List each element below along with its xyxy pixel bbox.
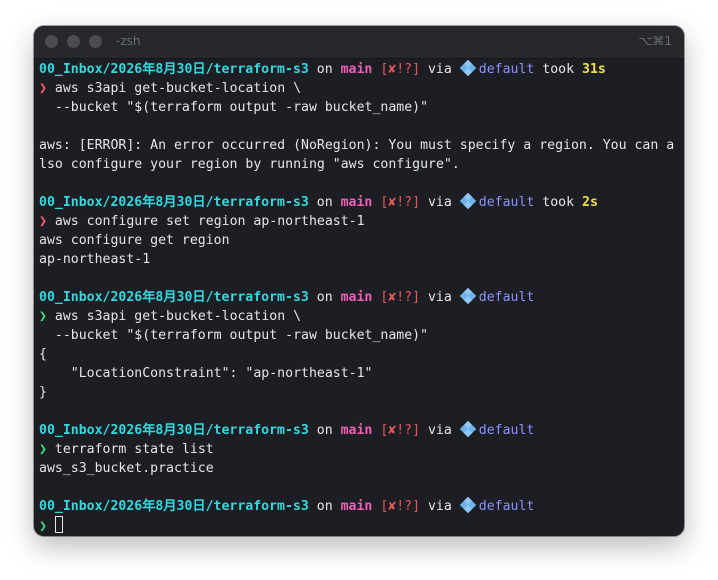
command-duration: 2s [582, 195, 598, 210]
git-branch: main [341, 195, 373, 210]
prompt-took-text: took [542, 195, 575, 210]
command-text: aws s3api get-bucket-location \ [54, 81, 302, 96]
prompt-symbol: ❯ [39, 309, 47, 324]
title-bar[interactable]: -zsh ⌥⌘1 [34, 26, 684, 59]
prompt-symbol: ❯ [39, 519, 47, 534]
git-branch-label: main [340, 195, 373, 210]
aws-profile: default [478, 499, 535, 514]
prompt-path: 00_Inbox/2026年8月30日/terraform-s3 [39, 499, 309, 514]
prompt-symbol-error: ❯ [39, 81, 47, 96]
aws-profile: default [478, 195, 535, 210]
prompt-line: 00_Inbox/2026年8月30日/terraform-s3 on main… [39, 288, 679, 307]
output-line: aws configure get region [39, 233, 230, 248]
terminal-output-area[interactable]: 00_Inbox/2026年8月30日/terraform-s3 on main… [39, 60, 679, 535]
command-text: aws configure set region ap-northeast-1 [54, 214, 365, 229]
zoom-window-button[interactable] [89, 35, 102, 48]
aws-profile: default [478, 290, 535, 305]
active-command-line[interactable]: ❯ [39, 516, 679, 535]
error-output-line: aws: [ERROR]: An error occurred (NoRegio… [39, 138, 675, 153]
aws-profile: default [478, 62, 535, 77]
command-text: terraform state list [54, 442, 214, 457]
prompt-on-text: on [316, 62, 333, 77]
output-line: } [39, 385, 47, 400]
prompt-on-text: on [316, 499, 333, 514]
git-branch: main [341, 62, 373, 77]
error-output-line: lso configure your region by running "aw… [39, 157, 460, 172]
command-line: ❯ aws s3api get-bucket-location \ [39, 307, 679, 326]
git-branch-label: main [340, 290, 373, 305]
prompt-via-text: via [427, 290, 452, 305]
prompt-line: 00_Inbox/2026年8月30日/terraform-s3 on main… [39, 497, 679, 516]
command-line-continued: --bucket "$(terraform output -raw bucket… [39, 100, 429, 115]
minimize-window-button[interactable] [67, 35, 80, 48]
prompt-via-text: via [427, 423, 452, 438]
prompt-took-text: took [542, 62, 575, 77]
text-cursor [54, 516, 63, 533]
prompt-via-text: via [427, 62, 452, 77]
git-status: [✘!?] [380, 423, 421, 438]
git-status: [✘!?] [380, 62, 421, 77]
prompt-on-text: on [316, 423, 333, 438]
git-branch: main [341, 499, 373, 514]
prompt-symbol-error: ❯ [39, 214, 47, 229]
git-branch-label: main [340, 62, 373, 77]
prompt-line: 00_Inbox/2026年8月30日/terraform-s3 on main… [39, 60, 679, 79]
git-branch: main [341, 290, 373, 305]
command-text: aws s3api get-bucket-location \ [54, 309, 302, 324]
git-branch-label: main [340, 499, 373, 514]
command-line: ❯ terraform state list [39, 440, 679, 459]
git-status: [✘!?] [380, 290, 421, 305]
aws-cube-icon [459, 60, 477, 77]
prompt-path: 00_Inbox/2026年8月30日/terraform-s3 [39, 290, 309, 305]
output-line: aws_s3_bucket.practice [39, 461, 214, 476]
close-window-button[interactable] [45, 35, 58, 48]
aws-profile: default [478, 423, 535, 438]
aws-cube-icon [459, 288, 477, 305]
window-shortcut-label: ⌥⌘1 [638, 34, 672, 48]
command-line: ❯ aws configure set region ap-northeast-… [39, 212, 679, 231]
prompt-symbol: ❯ [39, 442, 47, 457]
window-title: -zsh [116, 34, 141, 48]
prompt-via-text: via [427, 499, 452, 514]
terminal-window: -zsh ⌥⌘1 00_Inbox/2026年8月30日/terraform-s… [34, 26, 684, 536]
prompt-via-text: via [427, 195, 452, 210]
git-branch: main [341, 423, 373, 438]
git-status: [✘!?] [380, 195, 421, 210]
prompt-line: 00_Inbox/2026年8月30日/terraform-s3 on main… [39, 421, 679, 440]
aws-cube-icon [459, 421, 477, 438]
aws-cube-icon [459, 497, 477, 514]
prompt-path: 00_Inbox/2026年8月30日/terraform-s3 [39, 423, 309, 438]
prompt-on-text: on [316, 195, 333, 210]
aws-cube-icon [459, 193, 477, 210]
output-line: { [39, 347, 47, 362]
command-line-continued: --bucket "$(terraform output -raw bucket… [39, 328, 429, 343]
output-line: ap-northeast-1 [39, 252, 151, 267]
output-line: "LocationConstraint": "ap-northeast-1" [39, 366, 373, 381]
command-line: ❯ aws s3api get-bucket-location \ [39, 79, 679, 98]
prompt-on-text: on [316, 290, 333, 305]
prompt-path: 00_Inbox/2026年8月30日/terraform-s3 [39, 195, 309, 210]
prompt-path: 00_Inbox/2026年8月30日/terraform-s3 [39, 62, 309, 77]
git-branch-label: main [340, 423, 373, 438]
git-status: [✘!?] [380, 499, 421, 514]
command-duration: 31s [582, 62, 606, 77]
prompt-line: 00_Inbox/2026年8月30日/terraform-s3 on main… [39, 193, 679, 212]
